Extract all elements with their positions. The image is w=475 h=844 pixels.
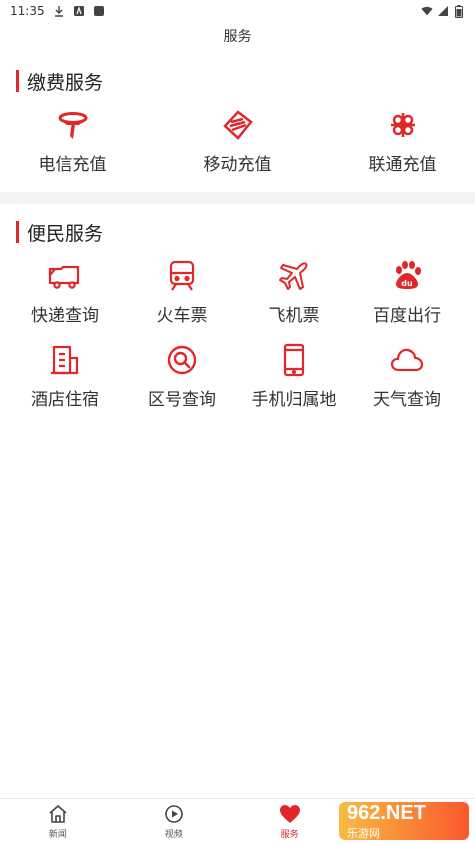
- signal-icon: [437, 5, 449, 17]
- express-query-button[interactable]: 快递查询: [6, 259, 124, 343]
- keyboard-icon: [73, 5, 85, 17]
- grid-item-label: 区号查询: [148, 390, 216, 410]
- tab-label: 新闻: [48, 830, 67, 840]
- page-title: 服务: [223, 29, 252, 45]
- play-icon: [163, 803, 185, 825]
- grid-item-label: 手机归属地: [251, 390, 337, 410]
- tab-label: 视频: [164, 830, 183, 840]
- cloud-icon: [390, 343, 424, 377]
- section-accent-bar: [16, 221, 19, 243]
- wifi-icon: [421, 5, 433, 17]
- status-time: 11:35: [10, 4, 45, 18]
- airplane-icon: [277, 259, 311, 293]
- telecom-recharge-button[interactable]: 电信充值: [0, 108, 145, 175]
- unicom-recharge-button[interactable]: 联通充值: [330, 108, 475, 175]
- grid-item-label: 飞机票: [268, 306, 320, 326]
- grid-item-label: 酒店住宿: [31, 390, 99, 410]
- grid-item-label: 电信充值: [38, 155, 107, 175]
- train-ticket-button[interactable]: 火车票: [124, 259, 240, 343]
- weather-button[interactable]: 天气查询: [348, 343, 466, 427]
- area-code-button[interactable]: 区号查询: [124, 343, 240, 427]
- grid-item-label: 天气查询: [373, 390, 441, 410]
- section-divider: [0, 192, 475, 204]
- heart-icon: [279, 803, 301, 825]
- download-icon: [53, 5, 65, 17]
- china-mobile-icon: [221, 108, 255, 142]
- section-header: 缴费服务: [0, 68, 475, 94]
- convenience-section: 便民服务 快递查询 火车票 飞机票 du 百度出行 酒店住宿 区号查询 手机归属…: [0, 219, 475, 427]
- tab-news[interactable]: 新闻: [0, 799, 116, 844]
- watermark-subtext: 乐游网: [347, 827, 380, 840]
- flight-ticket-button[interactable]: 飞机票: [240, 259, 348, 343]
- section-header: 便民服务: [0, 219, 475, 245]
- status-bar: 11:35: [0, 0, 475, 22]
- mobile-recharge-button[interactable]: 移动充值: [145, 108, 330, 175]
- home-icon: [47, 803, 69, 825]
- tab-label: 服务: [280, 830, 299, 840]
- payment-section: 缴费服务 电信充值 移动充值 联通充值: [0, 68, 475, 175]
- watermark-text: 962.NET: [347, 801, 426, 824]
- truck-icon: [48, 259, 82, 293]
- hotel-icon: [48, 343, 82, 377]
- baidu-icon: du: [390, 259, 424, 293]
- notification-icon: [93, 5, 105, 17]
- china-unicom-icon: [386, 108, 420, 142]
- tab-video[interactable]: 视频: [116, 799, 232, 844]
- phone-icon: [277, 343, 311, 377]
- phone-location-button[interactable]: 手机归属地: [240, 343, 348, 427]
- train-icon: [165, 259, 199, 293]
- baidu-travel-button[interactable]: du 百度出行: [348, 259, 466, 343]
- grid-item-label: 快递查询: [31, 306, 99, 326]
- grid-item-label: 火车票: [156, 306, 208, 326]
- site-watermark: 962.NET 乐游网: [339, 802, 469, 840]
- tab-services[interactable]: 服务: [232, 799, 348, 844]
- section-accent-bar: [16, 70, 19, 92]
- china-telecom-icon: [56, 108, 90, 142]
- grid-item-label: 百度出行: [373, 306, 441, 326]
- grid-item-label: 联通充值: [368, 155, 437, 175]
- grid-item-label: 移动充值: [203, 155, 272, 175]
- hotel-button[interactable]: 酒店住宿: [6, 343, 124, 427]
- battery-icon: [453, 4, 465, 18]
- svg-text:du: du: [401, 279, 413, 288]
- section-title: 缴费服务: [27, 71, 104, 94]
- magnifier-icon: [165, 343, 199, 377]
- section-title: 便民服务: [27, 222, 104, 245]
